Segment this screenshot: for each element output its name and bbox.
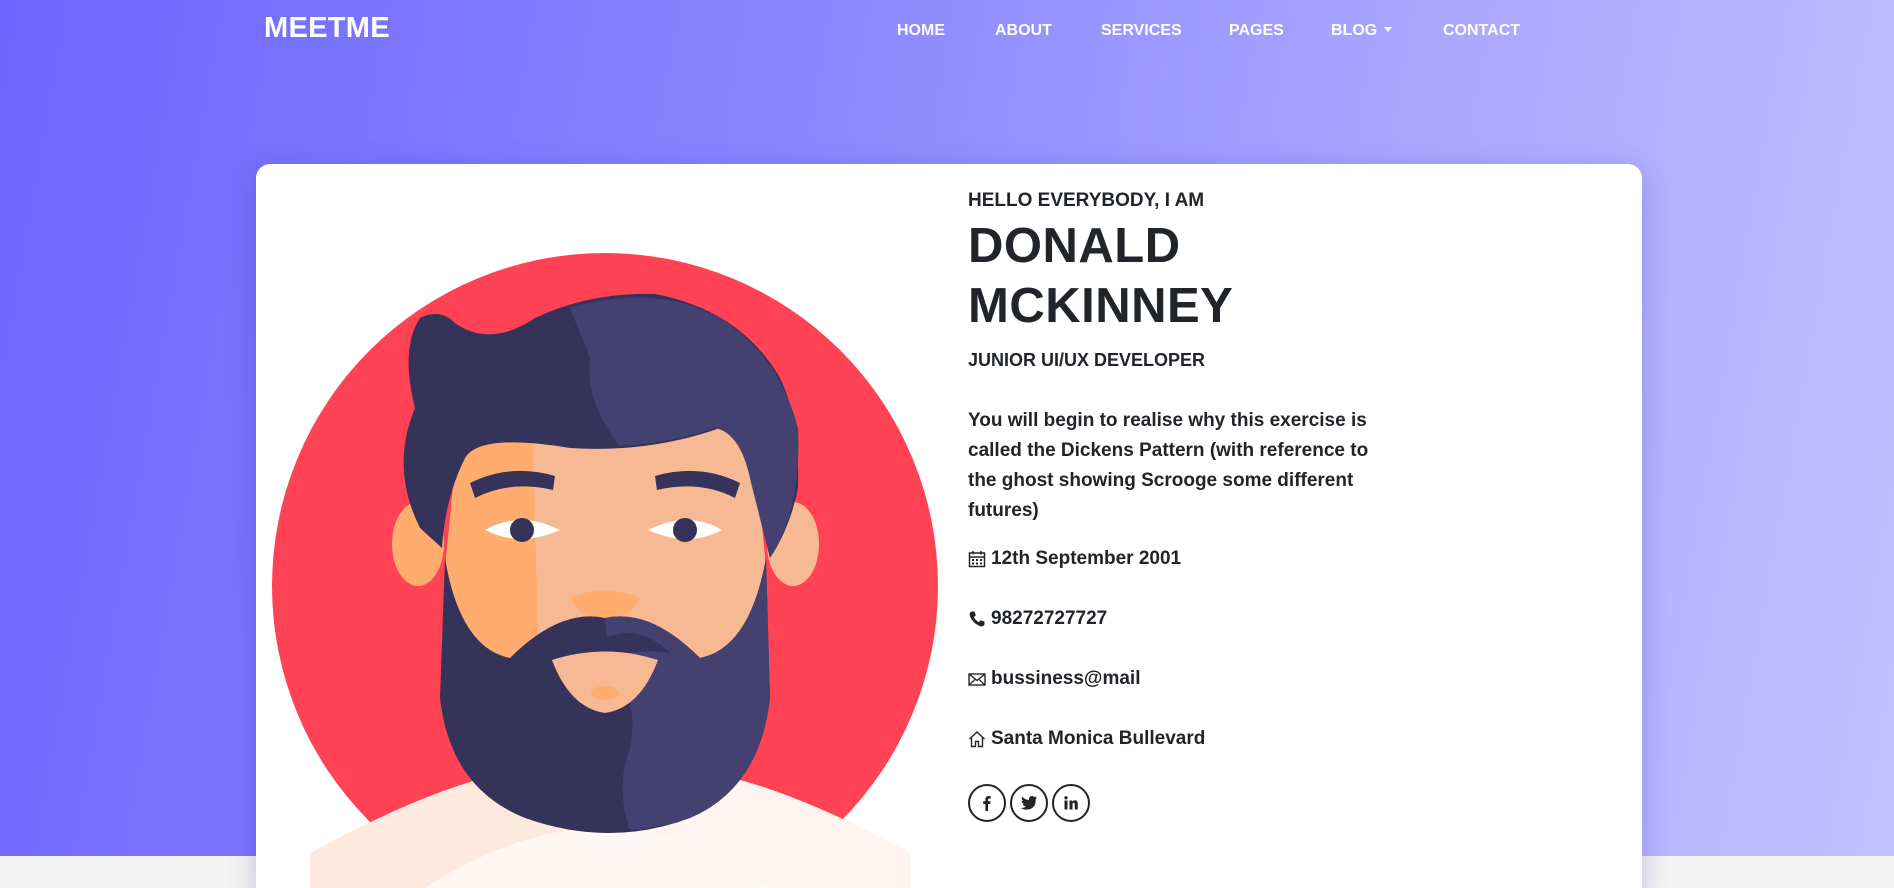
- profile-role: JUNIOR UI/UX DEVELOPER: [968, 350, 1206, 370]
- detail-phone-text: 98272727727: [991, 608, 1108, 629]
- calendar-icon: [968, 551, 986, 568]
- nav-blog-label: BLOG: [1331, 22, 1378, 39]
- detail-email: bussiness@mail: [968, 668, 1140, 690]
- nav-pages[interactable]: PAGES: [1229, 22, 1284, 40]
- home-icon: [969, 731, 985, 748]
- navbar: MEETME HOME ABOUT SERVICES PAGES BLOG CO…: [0, 0, 1894, 62]
- profile-name: DONALD MCKINNEY: [968, 219, 1234, 333]
- detail-birthday-text: 12th September 2001: [991, 548, 1182, 569]
- profile-card: HELLO EVERYBODY, I AM DONALD MCKINNEY JU…: [256, 164, 1642, 888]
- envelope-icon: [968, 673, 986, 686]
- nav-contact[interactable]: CONTACT: [1443, 22, 1520, 40]
- twitter-link[interactable]: [1010, 784, 1048, 822]
- detail-address: Santa Monica Bullevard: [968, 728, 1205, 750]
- nav-about[interactable]: ABOUT: [995, 22, 1052, 40]
- detail-birthday: 12th September 2001: [968, 548, 1181, 570]
- facebook-icon: [983, 796, 991, 811]
- twitter-icon: [1021, 796, 1037, 810]
- avatar-illustration: [270, 228, 946, 888]
- greeting-text: HELLO EVERYBODY, I AM: [968, 190, 1205, 211]
- detail-address-text: Santa Monica Bullevard: [991, 728, 1206, 749]
- facebook-link[interactable]: [968, 784, 1006, 822]
- profile-bio: You will begin to realise why this exerc…: [968, 410, 1369, 521]
- caret-down-icon: [1384, 27, 1393, 32]
- linkedin-icon: [1064, 796, 1078, 810]
- social-links: [968, 784, 1094, 822]
- detail-phone: 98272727727: [968, 608, 1107, 630]
- nav-blog[interactable]: BLOG: [1331, 22, 1393, 40]
- phone-icon: [969, 611, 985, 627]
- detail-email-text[interactable]: bussiness@mail: [991, 668, 1140, 690]
- brand-logo[interactable]: MEETME: [264, 12, 390, 45]
- nav-home[interactable]: HOME: [897, 22, 945, 40]
- linkedin-link[interactable]: [1052, 784, 1090, 822]
- nav-services[interactable]: SERVICES: [1101, 22, 1182, 40]
